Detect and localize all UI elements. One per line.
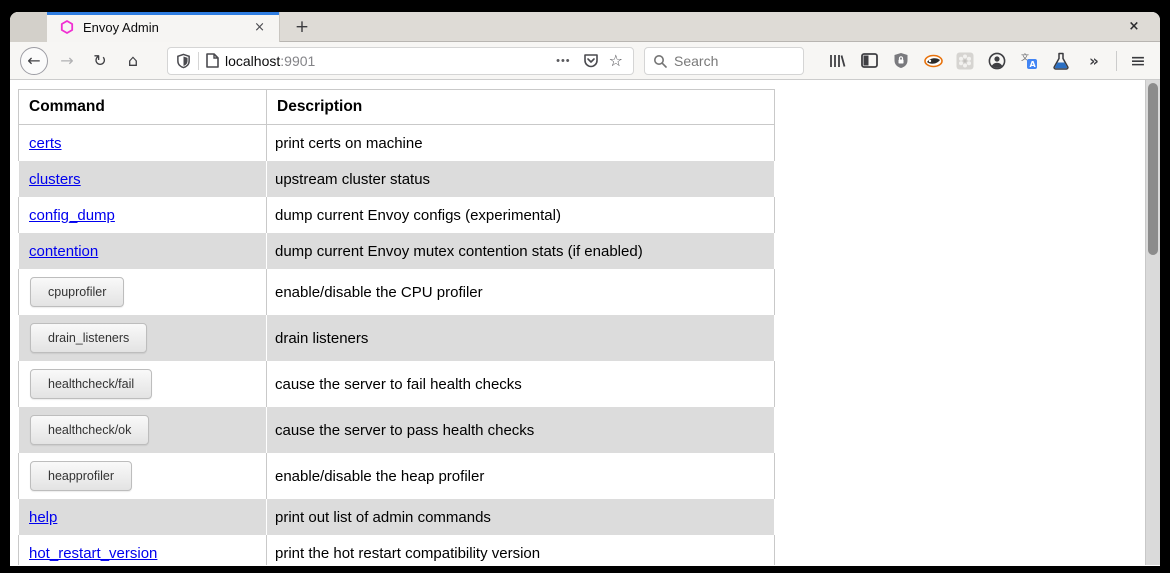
command-link[interactable]: certs [29, 135, 62, 152]
command-link[interactable]: help [29, 509, 57, 526]
page-actions-dots-icon[interactable]: ••• [556, 55, 571, 67]
table-row: config_dump dump current Envoy configs (e… [18, 197, 775, 233]
command-cell: help [18, 499, 267, 535]
vertical-scrollbar[interactable] [1145, 80, 1160, 565]
command-cell: healthcheck/ok [18, 407, 267, 453]
svg-text:A: A [1030, 60, 1037, 69]
description-cell: dump current Envoy configs (experimental… [267, 197, 775, 233]
search-input[interactable] [674, 53, 784, 69]
page-content: Command Description certs print certs on … [10, 80, 1160, 565]
description-cell: print the hot restart compatibility vers… [267, 535, 775, 565]
command-column-header: Command [18, 89, 267, 125]
pocket-icon[interactable] [583, 53, 599, 69]
new-tab-button[interactable]: + [288, 14, 316, 40]
search-box[interactable] [644, 47, 804, 75]
description-cell: print certs on machine [267, 125, 775, 161]
search-icon [653, 54, 667, 68]
urlbar-separator [198, 52, 199, 70]
sidebar-toggle-icon[interactable] [858, 50, 880, 72]
table-row: certs print certs on machine [18, 125, 775, 161]
table-row: drain_listeners drain listeners [18, 315, 775, 361]
command-cell: clusters [18, 161, 267, 197]
table-row: healthcheck/fail cause the server to fail… [18, 361, 775, 407]
home-button[interactable]: ⌂ [119, 47, 147, 75]
translate-icon[interactable]: 文A [1018, 50, 1040, 72]
command-cell: contention [18, 233, 267, 269]
url-text: localhost:9901 [225, 53, 315, 69]
tab-bar: Envoy Admin × + × [10, 12, 1160, 42]
command-cell: hot_restart_version [18, 535, 267, 565]
account-icon[interactable] [986, 50, 1008, 72]
url-bar[interactable]: localhost:9901 ••• ☆ [167, 47, 634, 75]
description-cell: enable/disable the CPU profiler [267, 269, 775, 315]
command-cell: healthcheck/fail [18, 361, 267, 407]
description-cell: print out list of admin commands [267, 499, 775, 535]
toolbar-separator [1116, 51, 1117, 71]
tab-close-icon[interactable]: × [248, 18, 271, 37]
command-button[interactable]: cpuprofiler [30, 277, 124, 307]
command-link[interactable]: contention [29, 243, 98, 260]
navigation-toolbar: ← → ↻ ⌂ localhost:9901 ••• ☆ [10, 42, 1160, 80]
browser-window: Envoy Admin × + × ← → ↻ ⌂ localhost:9901… [10, 12, 1160, 566]
description-cell: dump current Envoy mutex contention stat… [267, 233, 775, 269]
bookmark-star-icon[interactable]: ☆ [609, 51, 623, 70]
scrollbar-thumb[interactable] [1148, 83, 1158, 255]
extension-fox-icon[interactable] [922, 50, 944, 72]
toolbar-icons: 文A » [826, 50, 1114, 72]
command-link[interactable]: config_dump [29, 207, 115, 224]
envoy-favicon-icon [60, 20, 74, 34]
table-row: heapprofiler enable/disable the heap prof… [18, 453, 775, 499]
command-button[interactable]: healthcheck/ok [30, 415, 149, 445]
page-info-icon[interactable] [206, 53, 219, 68]
command-cell: certs [18, 125, 267, 161]
back-button[interactable]: ← [20, 47, 48, 75]
flask-icon[interactable] [1050, 50, 1072, 72]
library-icon[interactable] [826, 50, 848, 72]
shield-lock-icon[interactable] [890, 50, 912, 72]
command-cell: config_dump [18, 197, 267, 233]
command-cell: cpuprofiler [18, 269, 267, 315]
table-row: help print out list of admin commands [18, 499, 775, 535]
command-link[interactable]: clusters [29, 171, 81, 188]
description-cell: cause the server to fail health checks [267, 361, 775, 407]
admin-command-table: Command Description certs print certs on … [18, 89, 775, 565]
table-row: contention dump current Envoy mutex conte… [18, 233, 775, 269]
command-button[interactable]: drain_listeners [30, 323, 147, 353]
window-close-icon[interactable]: × [1122, 14, 1146, 40]
command-button[interactable]: healthcheck/fail [30, 369, 152, 399]
command-table-body: certs print certs on machine clusters upstr… [18, 125, 775, 565]
description-cell: enable/disable the heap profiler [267, 453, 775, 499]
description-cell: cause the server to pass health checks [267, 407, 775, 453]
reload-button[interactable]: ↻ [86, 47, 114, 75]
url-port: :9901 [280, 53, 315, 69]
description-column-header: Description [267, 89, 775, 125]
overflow-chevrons-icon[interactable]: » [1082, 50, 1104, 72]
tracking-protection-shield-icon[interactable] [176, 53, 191, 69]
command-cell: heapprofiler [18, 453, 267, 499]
command-link[interactable]: hot_restart_version [29, 545, 157, 562]
description-cell: drain listeners [267, 315, 775, 361]
command-cell: drain_listeners [18, 315, 267, 361]
tab-envoy-admin[interactable]: Envoy Admin × [47, 12, 280, 42]
tab-title: Envoy Admin [83, 20, 248, 35]
table-row: clusters upstream cluster status [18, 161, 775, 197]
command-button[interactable]: heapprofiler [30, 461, 132, 491]
forward-button[interactable]: → [53, 47, 81, 75]
table-row: cpuprofiler enable/disable the CPU profil… [18, 269, 775, 315]
menu-hamburger-icon[interactable]: ≡ [1125, 48, 1151, 74]
table-row: hot_restart_version print the hot restart… [18, 535, 775, 565]
extension-flower-disabled-icon[interactable] [954, 50, 976, 72]
table-row: healthcheck/ok cause the server to pass h… [18, 407, 775, 453]
description-cell: upstream cluster status [267, 161, 775, 197]
table-header-row: Command Description [18, 89, 775, 125]
titlebar-spacer [10, 12, 47, 42]
